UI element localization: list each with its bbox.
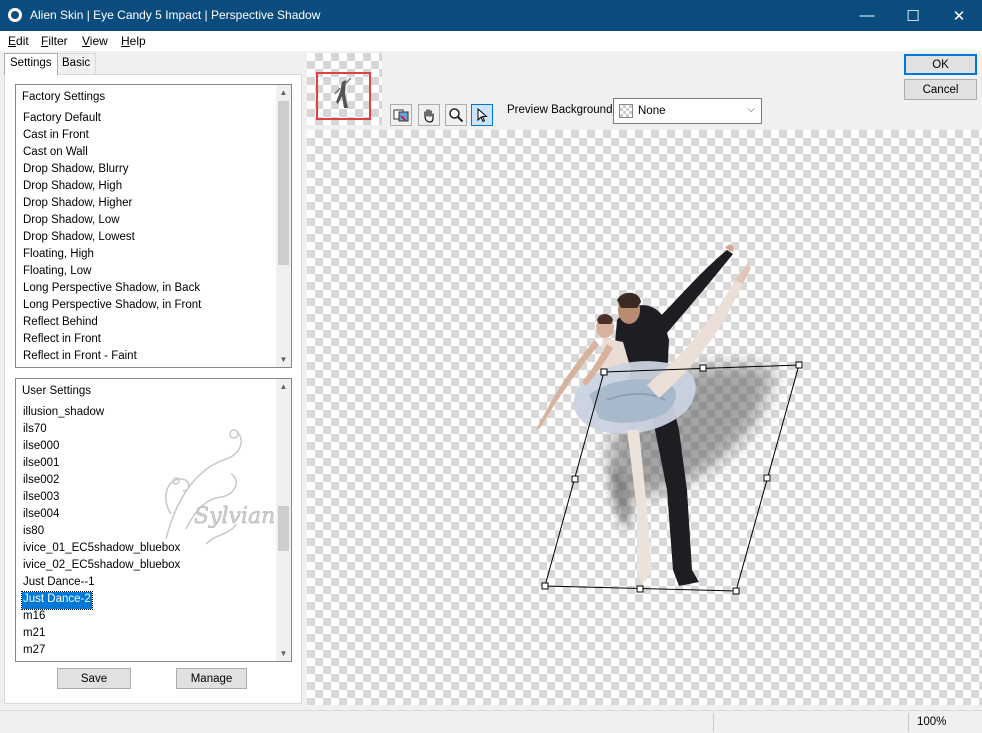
list-item[interactable]: Floating, Low [22, 264, 92, 281]
list-item[interactable]: Factory Default [22, 111, 102, 128]
watermark-text: Sylviane [194, 504, 288, 529]
maximize-button[interactable]: ☐ [890, 0, 936, 31]
save-button[interactable]: Save [57, 668, 131, 689]
menu-help[interactable]: Help [121, 34, 146, 48]
list-item[interactable]: ilse000 [22, 439, 60, 456]
scroll-up-arrow-icon[interactable]: ▲ [276, 379, 291, 394]
scroll-thumb[interactable] [278, 506, 289, 551]
user-list-scrollbar[interactable]: ▲ ▼ [276, 379, 291, 661]
close-button[interactable]: ✕ [936, 0, 982, 31]
app-logo-icon [8, 8, 22, 22]
list-item[interactable]: is80 [22, 524, 45, 541]
list-item[interactable]: Reflect in Front [22, 332, 102, 349]
factory-settings-header: Factory Settings [22, 91, 106, 103]
dancer-thumbnail-icon [334, 77, 352, 108]
factory-list-scrollbar[interactable]: ▲ ▼ [276, 85, 291, 367]
list-item-selected[interactable]: Just Dance-2 [21, 591, 93, 610]
arrow-pointer-icon [477, 107, 488, 123]
list-item[interactable]: Cast in Front [22, 128, 90, 145]
scroll-up-arrow-icon[interactable]: ▲ [276, 85, 291, 100]
list-item[interactable]: Reflect Behind [22, 315, 99, 332]
list-item[interactable]: ilse002 [22, 473, 60, 490]
preview-toggle-icon [393, 109, 409, 122]
manage-button[interactable]: Manage [176, 668, 247, 689]
preview-artwork [536, 244, 803, 595]
scroll-thumb[interactable] [278, 101, 289, 265]
transform-handle[interactable] [571, 475, 579, 483]
list-item[interactable]: Drop Shadow, Higher [22, 196, 133, 213]
user-settings-list[interactable]: User Settings illusion_shadow ils70 ilse… [15, 378, 292, 662]
status-bar: 100% [0, 710, 982, 733]
list-item[interactable]: Just Dance--1 [22, 575, 96, 592]
hand-icon [424, 109, 434, 123]
list-item[interactable]: Drop Shadow, Low [22, 213, 121, 230]
preview-toggle-button[interactable] [390, 104, 412, 126]
list-item[interactable]: illusion_shadow [22, 405, 105, 422]
navigator-thumbnail[interactable] [307, 53, 382, 125]
list-item[interactable]: Drop Shadow, Blurry [22, 162, 129, 179]
user-settings-header: User Settings [22, 385, 92, 397]
list-item[interactable]: Long Perspective Shadow, in Back [22, 281, 201, 298]
cancel-button[interactable]: Cancel [904, 79, 977, 100]
list-item[interactable]: Floating, High [22, 247, 95, 264]
list-item[interactable]: ilse004 [22, 507, 60, 524]
ok-button[interactable]: OK [904, 54, 977, 75]
transform-handle[interactable] [795, 361, 803, 369]
zoom-icon [449, 108, 464, 123]
chevron-down-icon: ⌵ [747, 104, 755, 115]
list-item[interactable]: m16 [22, 609, 46, 626]
settings-panel: Factory Settings Factory Default Cast in… [4, 74, 302, 704]
status-separator [713, 713, 714, 732]
zoom-tool-button[interactable] [445, 104, 467, 126]
preview-canvas[interactable] [307, 130, 982, 705]
preview-background-value: None [638, 105, 666, 117]
list-item[interactable]: Drop Shadow, High [22, 179, 123, 196]
list-item[interactable]: ils70 [22, 422, 48, 439]
transform-handle[interactable] [636, 585, 644, 593]
title-bar: Alien Skin | Eye Candy 5 Impact | Perspe… [0, 0, 982, 31]
menu-edit[interactable]: Edit [8, 34, 29, 48]
list-item[interactable]: Drop Shadow, Lowest [22, 230, 136, 247]
scroll-down-arrow-icon[interactable]: ▼ [276, 352, 291, 367]
list-item[interactable]: m27 [22, 643, 46, 660]
arrow-tool-button[interactable] [471, 104, 493, 126]
list-item[interactable]: ilse001 [22, 456, 60, 473]
factory-settings-list[interactable]: Factory Settings Factory Default Cast in… [15, 84, 292, 368]
preview-background-select[interactable]: None ⌵ [613, 98, 762, 124]
list-item[interactable]: Reflect in Front - Faint [22, 349, 138, 366]
menu-filter[interactable]: Filter [41, 34, 68, 48]
menu-view[interactable]: View [82, 34, 108, 48]
list-item[interactable]: m21 [22, 626, 46, 643]
transform-handle[interactable] [763, 474, 771, 482]
window-title: Alien Skin | Eye Candy 5 Impact | Perspe… [30, 8, 321, 22]
zoom-level: 100% [917, 716, 947, 728]
menu-bar: Edit Filter View Help [0, 31, 982, 51]
tab-settings[interactable]: Settings [4, 53, 58, 75]
minimize-button[interactable]: — [844, 0, 890, 31]
watermark-ornament-icon: Sylviane [165, 429, 289, 545]
status-separator [908, 713, 909, 732]
list-item[interactable]: ilse003 [22, 490, 60, 507]
navigator-view-frame[interactable] [316, 72, 371, 120]
hand-tool-button[interactable] [418, 104, 440, 126]
list-item[interactable]: Long Perspective Shadow, in Front [22, 298, 202, 315]
scroll-down-arrow-icon[interactable]: ▼ [276, 646, 291, 661]
preview-background-label: Preview Background: [507, 104, 616, 116]
transform-handle[interactable] [732, 587, 740, 595]
transform-handle[interactable] [699, 364, 707, 372]
list-item[interactable]: Cast on Wall [22, 145, 89, 162]
transform-handle[interactable] [600, 368, 608, 376]
tab-basic[interactable]: Basic [56, 53, 97, 74]
transform-handle[interactable] [541, 582, 549, 590]
transparency-swatch-icon [619, 104, 633, 118]
